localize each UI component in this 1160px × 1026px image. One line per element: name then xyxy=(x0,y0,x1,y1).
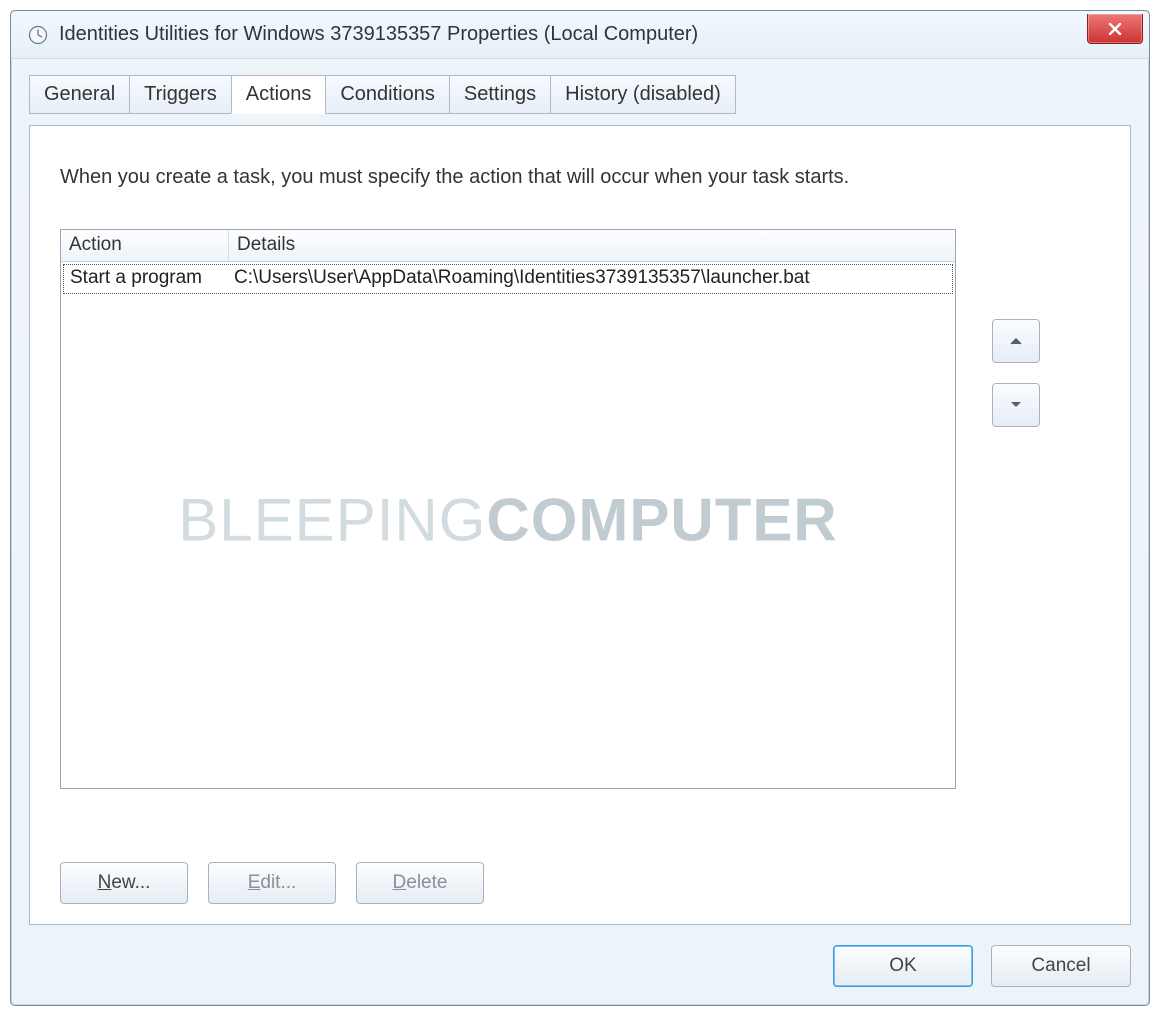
window-title: Identities Utilities for Windows 3739135… xyxy=(59,23,698,46)
new-button[interactable]: New... xyxy=(60,862,188,904)
content-row: Action Details Start a program C:\Users\… xyxy=(60,229,1100,789)
cell-details: C:\Users\User\AppData\Roaming\Identities… xyxy=(228,265,816,293)
list-header: Action Details xyxy=(61,230,955,262)
actions-panel: When you create a task, you must specify… xyxy=(29,125,1131,925)
new-button-rest: ew... xyxy=(111,872,150,893)
watermark: BLEEPINGCOMPUTER xyxy=(178,486,837,555)
titlebar[interactable]: Identities Utilities for Windows 3739135… xyxy=(11,11,1149,59)
list-row[interactable]: Start a program C:\Users\User\AppData\Ro… xyxy=(63,264,953,294)
tab-actions[interactable]: Actions xyxy=(231,75,327,114)
move-up-button[interactable] xyxy=(992,319,1040,363)
close-icon xyxy=(1108,23,1122,35)
tab-triggers[interactable]: Triggers xyxy=(129,75,232,114)
cancel-button[interactable]: Cancel xyxy=(991,945,1131,987)
edit-button[interactable]: Edit... xyxy=(208,862,336,904)
reorder-buttons xyxy=(992,319,1040,447)
tab-general[interactable]: General xyxy=(29,75,130,114)
column-header-details[interactable]: Details xyxy=(229,230,955,261)
watermark-part1: BLEEPING xyxy=(178,487,486,554)
edit-button-rest: dit... xyxy=(260,872,296,893)
tab-strip: General Triggers Actions Conditions Sett… xyxy=(11,59,1149,113)
actions-list[interactable]: Action Details Start a program C:\Users\… xyxy=(60,229,956,789)
delete-button[interactable]: Delete xyxy=(356,862,484,904)
move-down-button[interactable] xyxy=(992,383,1040,427)
tab-history[interactable]: History (disabled) xyxy=(550,75,736,114)
tab-settings[interactable]: Settings xyxy=(449,75,551,114)
chevron-down-icon xyxy=(1010,401,1022,409)
chevron-up-icon xyxy=(1010,337,1022,345)
properties-dialog: Identities Utilities for Windows 3739135… xyxy=(10,10,1150,1006)
action-buttons-row: New... Edit... Delete xyxy=(60,862,484,904)
column-header-action[interactable]: Action xyxy=(61,230,229,261)
task-scheduler-icon xyxy=(27,24,49,46)
delete-button-rest: elete xyxy=(406,872,447,893)
ok-button[interactable]: OK xyxy=(833,945,973,987)
tab-conditions[interactable]: Conditions xyxy=(325,75,450,114)
close-button[interactable] xyxy=(1087,14,1143,44)
cell-action: Start a program xyxy=(64,265,228,293)
dialog-buttons: OK Cancel xyxy=(833,945,1131,987)
watermark-part2: COMPUTER xyxy=(486,487,837,554)
panel-description: When you create a task, you must specify… xyxy=(60,166,1100,189)
